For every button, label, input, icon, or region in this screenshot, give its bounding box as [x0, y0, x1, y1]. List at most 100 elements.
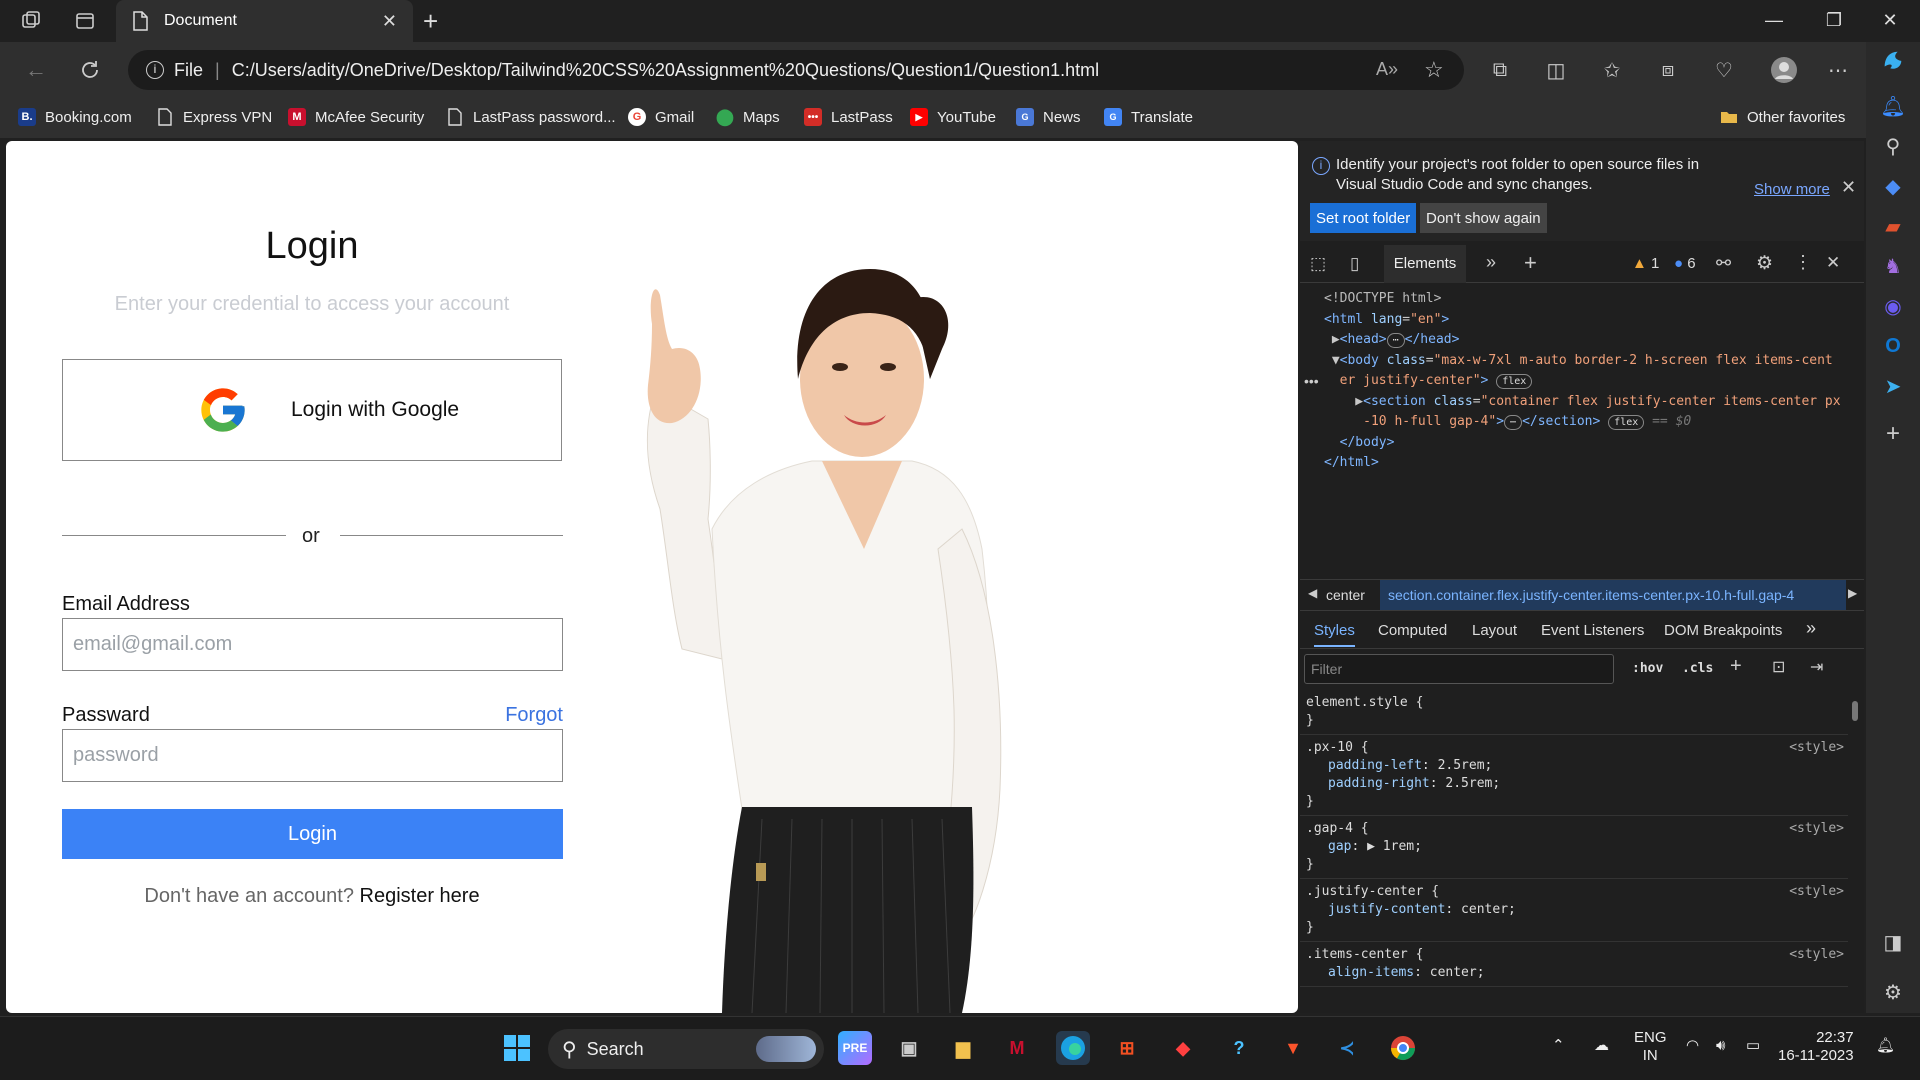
styles-rules[interactable]: element.style {} .px-10 {<style> padding-… — [1300, 690, 1848, 987]
bookmark-translate[interactable]: G Translate — [1104, 106, 1193, 128]
new-tab-button[interactable]: + — [423, 6, 438, 37]
bookmark-news[interactable]: G News — [1016, 106, 1081, 128]
more-panels-icon[interactable]: » — [1806, 618, 1816, 639]
element-state-icon[interactable]: ⊡ — [1772, 657, 1785, 677]
mcafee-app-icon[interactable]: M — [1000, 1031, 1034, 1065]
refresh-button[interactable] — [70, 50, 110, 90]
device-emulation-icon[interactable]: ▯ — [1350, 254, 1359, 274]
hide-sidebar-icon[interactable]: ◨ — [1881, 930, 1905, 954]
styles-filter-input[interactable]: Filter — [1304, 654, 1614, 684]
class-toggle[interactable]: .cls — [1682, 661, 1713, 676]
bookmark-lastpass[interactable]: ••• LastPass — [804, 106, 893, 128]
network-conditions-icon[interactable]: ⚯ — [1716, 253, 1731, 274]
add-tab-icon[interactable]: + — [1524, 250, 1537, 276]
close-window-button[interactable]: ✕ — [1862, 0, 1918, 40]
crumb-scroll-left-icon[interactable]: ◀ — [1308, 586, 1317, 600]
battery-icon[interactable]: ▭ — [1746, 1037, 1760, 1055]
settings-more-icon[interactable]: ⋯ — [1822, 54, 1854, 86]
windows-start-icon[interactable] — [500, 1031, 534, 1065]
bookmark-mcafee[interactable]: M McAfee Security — [288, 106, 424, 128]
task-view-icon[interactable]: ▣ — [892, 1031, 926, 1065]
volume-icon[interactable]: 🔊︎ — [1716, 1037, 1725, 1055]
tab-actions-icon[interactable] — [74, 10, 96, 32]
minimize-button[interactable]: — — [1746, 0, 1802, 40]
get-help-icon[interactable]: ? — [1222, 1031, 1256, 1065]
tab-styles[interactable]: Styles — [1314, 622, 1355, 647]
styles-scrollbar[interactable] — [1850, 681, 1860, 1011]
microsoft-store-icon[interactable]: ⊞ — [1110, 1031, 1144, 1065]
back-button[interactable]: ← — [16, 50, 56, 90]
workspaces-icon[interactable] — [20, 10, 42, 32]
shopping-tag-icon[interactable]: ◆ — [1881, 174, 1905, 198]
tab-dom-breakpoints[interactable]: DOM Breakpoints — [1664, 622, 1782, 639]
split-screen-icon[interactable]: ◫ — [1540, 54, 1572, 86]
crumb-scroll-right-icon[interactable]: ▶ — [1848, 586, 1857, 600]
sidebar-toggle-icon[interactable]: ⇥ — [1810, 657, 1823, 677]
tools-briefcase-icon[interactable]: ▰ — [1881, 214, 1905, 238]
add-sidebar-app-icon[interactable]: + — [1881, 420, 1905, 447]
warnings-badge[interactable]: ▲ 1 — [1632, 255, 1659, 272]
dom-tree[interactable]: <!DOCTYPE html> <html lang="en"> ▶<head>… — [1324, 289, 1864, 474]
show-more-link[interactable]: Show more — [1754, 181, 1830, 198]
extensions-icon[interactable]: ⧉ — [1484, 54, 1516, 86]
set-root-folder-button[interactable]: Set root folder — [1310, 203, 1417, 233]
tab-document[interactable]: Document ✕ — [116, 0, 413, 42]
bookmark-other-favorites[interactable]: Other favorites — [1720, 106, 1845, 128]
drop-send-icon[interactable]: ➤ — [1881, 374, 1905, 398]
more-tabs-icon[interactable]: » — [1486, 252, 1496, 273]
read-aloud-icon[interactable]: A» — [1376, 59, 1398, 80]
close-tab-icon[interactable]: ✕ — [382, 11, 397, 32]
bookmark-gmail[interactable]: G Gmail — [628, 106, 694, 128]
bookmark-express-vpn[interactable]: Express VPN — [156, 106, 272, 128]
browser-essentials-icon[interactable]: ♡ — [1708, 54, 1740, 86]
clock[interactable]: 22:37 16-11-2023 — [1778, 1029, 1854, 1065]
taskbar-search[interactable]: ⚲ Search — [548, 1029, 824, 1069]
notification-center-icon[interactable]: 🔔︎ — [1876, 1037, 1895, 1055]
dom-ellipsis-icon[interactable]: ••• — [1304, 373, 1319, 389]
gear-icon[interactable]: ⚙ — [1756, 252, 1773, 275]
sidebar-settings-icon[interactable]: ⚙ — [1881, 980, 1905, 1004]
bookmark-maps[interactable]: ⬤ Maps — [716, 106, 780, 128]
bookmark-lastpass-password[interactable]: LastPass password... — [446, 106, 616, 128]
more-options-icon[interactable]: ⋮ — [1794, 252, 1812, 273]
tab-event-listeners[interactable]: Event Listeners — [1541, 622, 1644, 639]
address-bar[interactable]: i File | C:/Users/adity/OneDrive/Desktop… — [128, 50, 1464, 90]
wifi-icon[interactable]: ◠ — [1686, 1037, 1699, 1055]
copilot-preview-app[interactable]: PRE — [838, 1031, 872, 1065]
brave-browser-icon[interactable]: ▼ — [1276, 1031, 1310, 1065]
games-icon[interactable]: ♞ — [1881, 254, 1905, 278]
outlook-icon[interactable]: O — [1881, 334, 1905, 358]
anydesk-icon[interactable]: ◆ — [1166, 1031, 1200, 1065]
file-explorer-icon[interactable]: ▆ — [946, 1031, 980, 1065]
language-indicator[interactable]: ENG IN — [1634, 1029, 1667, 1065]
vscode-icon[interactable]: ≺ — [1330, 1031, 1364, 1065]
close-banner-icon[interactable]: ✕ — [1841, 177, 1856, 198]
search-icon[interactable]: ⚲ — [1881, 134, 1905, 158]
network-status-icon[interactable]: ☁ — [1594, 1037, 1609, 1055]
close-devtools-icon[interactable]: ✕ — [1826, 253, 1840, 273]
crumb-center[interactable]: center — [1326, 587, 1365, 603]
copilot-icon[interactable] — [1881, 48, 1905, 72]
tab-computed[interactable]: Computed — [1378, 622, 1447, 639]
favorites-icon[interactable]: ✩ — [1596, 54, 1628, 86]
password-field[interactable] — [62, 729, 563, 782]
edge-browser-icon[interactable] — [1056, 1031, 1090, 1065]
favorite-star-icon[interactable]: ☆ — [1424, 57, 1444, 83]
collections-icon[interactable]: ⧈ — [1652, 54, 1684, 86]
notifications-bell-icon[interactable]: 🔔︎ — [1880, 94, 1905, 118]
register-link[interactable]: Register here — [360, 885, 480, 907]
new-rule-icon[interactable]: + — [1730, 655, 1742, 678]
show-hidden-icons[interactable]: ⌃ — [1552, 1037, 1565, 1055]
restore-button[interactable]: ❐ — [1806, 0, 1862, 40]
dont-show-again-button[interactable]: Don't show again — [1420, 203, 1547, 233]
inspect-element-icon[interactable]: ⬚ — [1310, 254, 1326, 274]
profile-avatar[interactable] — [1768, 54, 1800, 86]
messages-badge[interactable]: ● 6 — [1674, 255, 1696, 272]
login-button[interactable]: Login — [62, 809, 563, 859]
bookmark-booking[interactable]: B. Booking.com — [18, 106, 132, 128]
chrome-icon[interactable] — [1386, 1031, 1420, 1065]
email-field[interactable] — [62, 618, 563, 671]
crumb-section[interactable]: section.container.flex.justify-center.it… — [1380, 580, 1846, 610]
login-with-google-button[interactable]: Login with Google — [62, 359, 562, 461]
bookmark-youtube[interactable]: ▶ YouTube — [910, 106, 996, 128]
